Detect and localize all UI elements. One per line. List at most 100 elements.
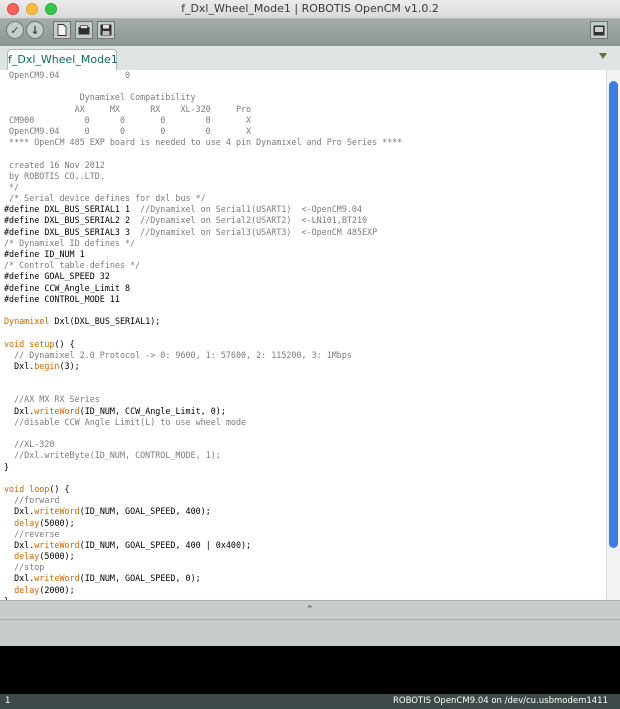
code-token: (5000); xyxy=(39,551,75,562)
code-token: (ID_NUM, GOAL_SPEED, 400 | 0x400); xyxy=(79,539,252,550)
code-comment: // Dynamixel 2.0 Protocol -> 0: 9600, 1:… xyxy=(4,349,352,360)
code-line[interactable] xyxy=(4,81,402,92)
code-token: #define DXL_BUS_SERIAL2 2 xyxy=(4,215,141,226)
open-button[interactable] xyxy=(75,21,93,39)
code-line[interactable]: Dxl.writeWord(ID_NUM, GOAL_SPEED, 400 | … xyxy=(4,540,402,551)
code-line[interactable]: } xyxy=(4,462,402,473)
status-bar: 1 ROBOTIS OpenCM9.04 on /dev/cu.usbmodem… xyxy=(0,694,620,709)
code-line[interactable]: OpenCM9.04 0 xyxy=(4,70,402,81)
tab-menu-arrow-icon[interactable] xyxy=(599,53,607,59)
code-keyword: delay xyxy=(14,517,40,528)
code-line[interactable]: delay(5000); xyxy=(4,518,402,529)
code-keyword: delay xyxy=(14,551,40,562)
code-line[interactable] xyxy=(4,473,402,484)
code-line[interactable]: //reverse xyxy=(4,529,402,540)
editor-scrollbar-thumb[interactable] xyxy=(609,81,618,548)
code-line[interactable] xyxy=(4,305,402,316)
code-comment: by ROBOTIS CO,.LTD. xyxy=(4,170,105,181)
code-line[interactable]: /* Control table defines */ xyxy=(4,260,402,271)
code-line[interactable]: //forward xyxy=(4,495,402,506)
code-line[interactable]: OpenCM9.04 0 0 0 0 X xyxy=(4,126,402,137)
code-comment: created 16 Nov 2012 xyxy=(4,159,105,170)
code-token: Dxl. xyxy=(4,506,35,517)
code-token: #define CONTROL_MODE 11 xyxy=(4,293,120,304)
editor-scrollbar[interactable] xyxy=(606,70,620,600)
code-comment: **** OpenCM 485 EXP board is needed to u… xyxy=(4,137,403,148)
code-editor[interactable]: OpenCM9.04 0 Dynamixel Compatibility AX … xyxy=(0,70,606,600)
serial-monitor-icon xyxy=(593,25,605,35)
code-line[interactable]: */ xyxy=(4,182,402,193)
code-comment: //Dynamixel on Serial1(USART1) <-OpenCM9… xyxy=(140,204,362,215)
new-file-icon xyxy=(57,24,67,36)
code-line[interactable]: CM900 0 0 0 0 X xyxy=(4,115,402,126)
code-line[interactable]: /* Dynamixel ID defines */ xyxy=(4,238,402,249)
code-token: (ID_NUM, GOAL_SPEED, 400); xyxy=(79,506,211,517)
code-line[interactable]: #define DXL_BUS_SERIAL3 3 //Dynamixel on… xyxy=(4,227,402,238)
code-line[interactable]: //XL-320 xyxy=(4,439,402,450)
code-line[interactable]: #define ID_NUM 1 xyxy=(4,249,402,260)
console-output[interactable] xyxy=(0,646,620,694)
code-line[interactable]: // Dynamixel 2.0 Protocol -> 0: 9600, 1:… xyxy=(4,350,402,361)
code-line[interactable]: #define DXL_BUS_SERIAL2 2 //Dynamixel on… xyxy=(4,215,402,226)
code-comment: //stop xyxy=(4,562,45,573)
checkmark-icon: ✓ xyxy=(10,23,20,37)
verify-button[interactable]: ✓ xyxy=(6,21,24,39)
code-line[interactable]: created 16 Nov 2012 xyxy=(4,160,402,171)
code-comment: //forward xyxy=(4,495,60,506)
upload-button[interactable]: ↓ xyxy=(26,21,44,39)
title-bar: f_Dxl_Wheel_Mode1 | ROBOTIS OpenCM v1.0.… xyxy=(0,0,620,19)
code-keyword: writeWord xyxy=(34,539,80,550)
code-comment: /* Dynamixel ID defines */ xyxy=(4,237,136,248)
code-token: #define CCW_Angle_Limit 8 xyxy=(4,282,131,293)
code-token: (5000); xyxy=(39,517,75,528)
code-line[interactable]: /* Serial device defines for dxl bus */ xyxy=(4,193,402,204)
new-button[interactable] xyxy=(53,21,71,39)
code-token: } xyxy=(4,461,10,472)
code-line[interactable] xyxy=(4,383,402,394)
code-token: #define DXL_BUS_SERIAL1 1 xyxy=(4,204,141,215)
code-line[interactable]: Dxl.writeWord(ID_NUM, GOAL_SPEED, 0); xyxy=(4,573,402,584)
code-line[interactable]: #define CONTROL_MODE 11 xyxy=(4,294,402,305)
code-token: Dxl. xyxy=(4,539,35,550)
code-line[interactable]: Dxl.begin(3); xyxy=(4,361,402,372)
code-comment: /* Control table defines */ xyxy=(4,260,141,271)
code-line[interactable]: #define DXL_BUS_SERIAL1 1 //Dynamixel on… xyxy=(4,204,402,215)
code-line[interactable]: //disable CCW Angle Limit(L) to use whee… xyxy=(4,417,402,428)
code-line[interactable]: #define GOAL_SPEED 32 xyxy=(4,271,402,282)
code-line[interactable]: Dxl.writeWord(ID_NUM, CCW_Angle_Limit, 0… xyxy=(4,406,402,417)
code-token: #define ID_NUM 1 xyxy=(4,249,85,259)
code-text[interactable]: OpenCM9.04 0 Dynamixel Compatibility AX … xyxy=(4,70,402,600)
code-keyword: void xyxy=(4,483,25,494)
code-keyword: writeWord xyxy=(34,506,80,517)
code-line[interactable]: Dxl.writeWord(ID_NUM, GOAL_SPEED, 400); xyxy=(4,506,402,517)
tab-f-dxl-wheel-mode1[interactable]: f_Dxl_Wheel_Mode1 xyxy=(7,49,118,70)
serial-monitor-button[interactable] xyxy=(590,21,608,39)
code-line[interactable]: delay(5000); xyxy=(4,551,402,562)
code-line[interactable]: Dynamixel Compatibility xyxy=(4,92,402,103)
code-line[interactable] xyxy=(4,428,402,439)
floppy-save-icon xyxy=(100,24,112,36)
code-line[interactable] xyxy=(4,372,402,383)
code-line[interactable]: //Dxl.writeByte(ID_NUM, CONTROL_MODE, 1)… xyxy=(4,450,402,461)
code-line[interactable]: **** OpenCM 485 EXP board is needed to u… xyxy=(4,137,402,148)
code-comment: CM900 0 0 0 0 X xyxy=(4,114,252,125)
code-line[interactable]: AX MX RX XL-320 Pro xyxy=(4,104,402,115)
code-line[interactable] xyxy=(4,148,402,159)
code-line[interactable]: delay(2000); xyxy=(4,585,402,596)
code-keyword: loop xyxy=(29,483,50,494)
code-keyword: writeWord xyxy=(34,573,80,584)
code-line[interactable]: void loop() { xyxy=(4,484,402,495)
code-keyword: writeWord xyxy=(34,405,80,416)
code-token: #define DXL_BUS_SERIAL3 3 xyxy=(4,226,141,237)
code-token: Dxl. xyxy=(4,405,35,416)
editor-console-splitter[interactable]: ⌃ xyxy=(0,600,620,620)
code-line[interactable]: //stop xyxy=(4,562,402,573)
code-line[interactable]: //AX MX RX Series xyxy=(4,394,402,405)
code-line[interactable]: void setup() { xyxy=(4,339,402,350)
code-line[interactable]: by ROBOTIS CO,.LTD. xyxy=(4,171,402,182)
line-number: 1 xyxy=(5,696,11,706)
save-button[interactable] xyxy=(97,21,115,39)
code-line[interactable]: #define CCW_Angle_Limit 8 xyxy=(4,283,402,294)
code-line[interactable]: Dynamixel Dxl(DXL_BUS_SERIAL1); xyxy=(4,316,402,327)
code-line[interactable] xyxy=(4,327,402,338)
